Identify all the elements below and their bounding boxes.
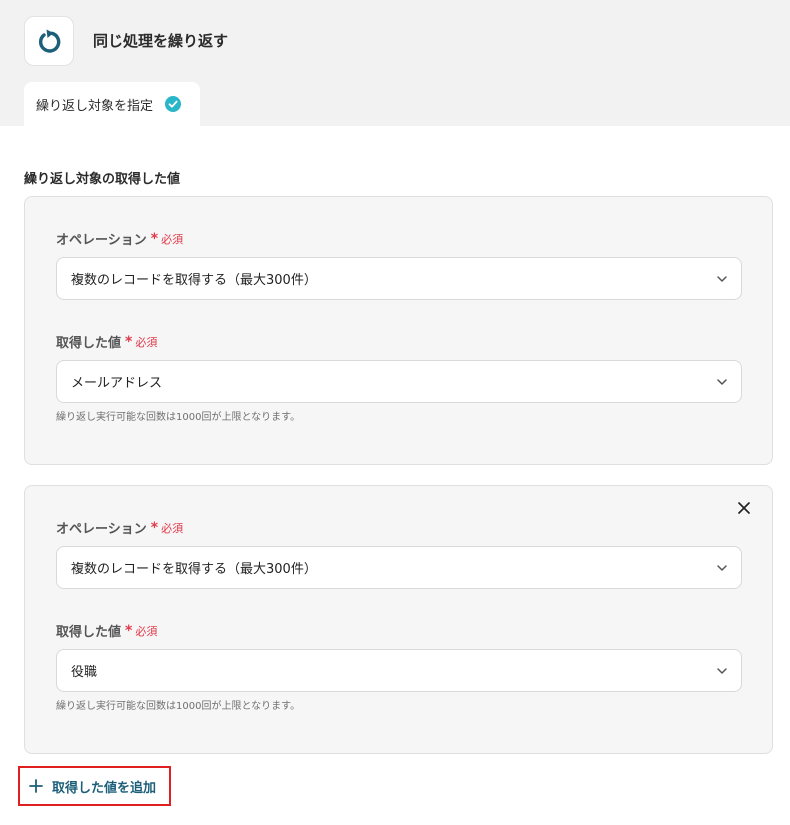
close-icon[interactable] [736, 500, 752, 516]
chevron-down-icon [715, 375, 729, 389]
add-value-label: 取得した値を追加 [52, 780, 157, 796]
limit-hint: 繰り返し実行可能な回数は1000回が上限となります。 [56, 701, 301, 712]
plus-icon [28, 778, 44, 794]
required-asterisk-icon: * [125, 333, 133, 350]
section-label: 繰り返し対象の取得した値 [24, 172, 181, 187]
add-value-button[interactable]: 取得した値を追加 [18, 766, 171, 806]
required-text: 必須 [161, 232, 184, 246]
operation-select[interactable]: 複数のレコードを取得する（最大300件） [56, 257, 742, 300]
repeat-value-card: オペレーション * 必須 複数のレコードを取得する（最大300件） 取得した値 … [24, 485, 773, 754]
operation-select[interactable]: 複数のレコードを取得する（最大300件） [56, 546, 742, 589]
loop-arrow-icon [39, 29, 61, 53]
tab-repeat-target[interactable]: 繰り返し対象を指定 [24, 82, 200, 126]
page-title: 同じ処理を繰り返す [93, 32, 229, 50]
required-text: 必須 [135, 335, 158, 349]
operation-label: オペレーション * 必須 [56, 230, 184, 249]
limit-hint: 繰り返し実行可能な回数は1000回が上限となります。 [56, 412, 301, 423]
value-select[interactable]: 役職 [56, 649, 742, 692]
check-circle-icon [165, 96, 182, 112]
tab-label: 繰り返し対象を指定 [36, 98, 154, 114]
required-asterisk-icon: * [125, 622, 133, 639]
required-text: 必須 [135, 624, 158, 638]
required-text: 必須 [161, 521, 184, 535]
operation-label: オペレーション * 必須 [56, 519, 184, 538]
operation-select-value: 複数のレコードを取得する（最大300件） [71, 273, 317, 288]
operation-select-value: 複数のレコードを取得する（最大300件） [71, 562, 317, 577]
required-asterisk-icon: * [150, 519, 159, 536]
value-select-value: メールアドレス [71, 376, 163, 391]
repeat-value-card: オペレーション * 必須 複数のレコードを取得する（最大300件） 取得した値 … [24, 196, 773, 465]
value-select-value: 役職 [71, 665, 98, 680]
chevron-down-icon [715, 561, 729, 575]
chevron-down-icon [715, 272, 729, 286]
chevron-down-icon [715, 664, 729, 678]
header: 同じ処理を繰り返す 繰り返し対象を指定 [0, 0, 790, 126]
app-icon-box [24, 16, 74, 66]
value-label: 取得した値 * 必須 [56, 622, 158, 641]
required-asterisk-icon: * [150, 230, 159, 247]
value-select[interactable]: メールアドレス [56, 360, 742, 403]
value-label: 取得した値 * 必須 [56, 333, 158, 352]
